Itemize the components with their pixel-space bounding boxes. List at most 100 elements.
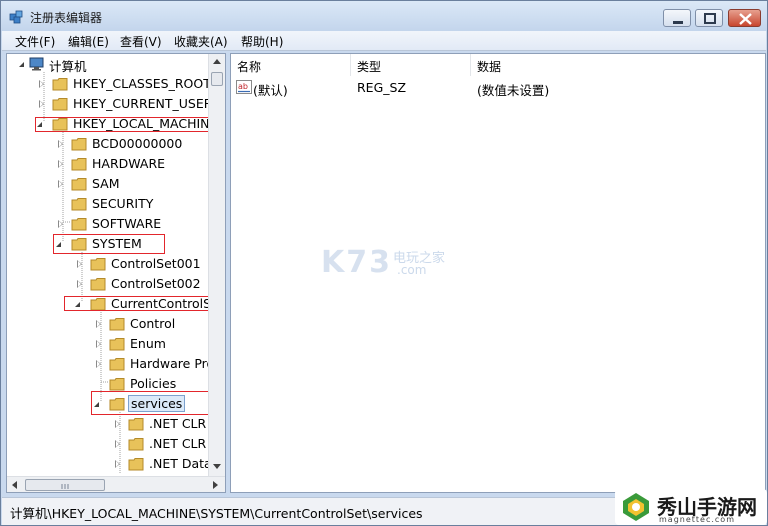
highlight-box-hklm [35,117,221,132]
computer-icon [29,57,44,71]
folder-icon [109,338,125,351]
folder-icon [128,458,144,471]
folder-icon [90,258,106,271]
tree-horizontal-scrollbar[interactable] [7,476,225,492]
minimize-icon [673,21,683,24]
tree-item-hkcu[interactable]: HKEY_CURRENT_USER [7,94,212,114]
scroll-left-icon[interactable] [12,481,17,489]
tree-item-hardware-profiles[interactable]: Hardware Profiles [7,354,225,374]
folder-icon [71,218,87,231]
tree-item-sam[interactable]: SAM [7,174,207,194]
tree-label: SAM [92,176,120,191]
menu-bar: 文件(F) 编辑(E) 查看(V) 收藏夹(A) 帮助(H) [2,31,766,51]
folder-icon [71,138,87,151]
folder-icon [71,158,87,171]
tree-item-controlset001[interactable]: ControlSet001 [7,254,207,274]
collapsed-arrow-icon[interactable] [58,160,63,168]
value-row[interactable]: ab (默认) REG_SZ (数值未设置) [231,54,765,100]
collapsed-arrow-icon[interactable] [39,80,44,88]
tree-label: ControlSet001 [111,256,201,271]
menu-help[interactable]: 帮助(H) [241,33,283,50]
close-icon [739,13,752,25]
expanded-arrow-icon[interactable] [19,62,24,67]
collapsed-arrow-icon[interactable] [115,420,120,428]
tree-label: Control [130,316,176,331]
tree-label: HKEY_CURRENT_USER [73,96,213,111]
tree-item-control[interactable]: Control [7,314,207,334]
highlight-box-currentcontrolset [64,296,225,311]
collapsed-arrow-icon[interactable] [96,320,101,328]
tree-label: Policies [130,376,177,391]
tree-label: .NET CLR [149,416,207,431]
grip-icon [61,484,69,489]
tree-label: HARDWARE [92,156,166,171]
registry-tree[interactable]: 计算机 HKEY_CLASSES_ROOT HKEY_CURRENT_USER … [6,53,226,493]
tree-item-controlset002[interactable]: ControlSet002 [7,274,207,294]
regedit-window: 注册表编辑器 文件(F) 编辑(E) 查看(V) 收藏夹(A) 帮助(H) 计算… [0,0,768,526]
svg-text:ab: ab [238,82,248,91]
site-logo-url: magnettec.com [659,515,735,524]
status-path: 计算机\HKEY_LOCAL_MACHINE\SYSTEM\CurrentCon… [10,506,423,521]
menu-favorites[interactable]: 收藏夹(A) [174,33,228,50]
collapsed-arrow-icon[interactable] [58,220,63,228]
tree-label: BCD00000000 [92,136,183,151]
value-data: (数值未设置) [477,83,550,98]
tree-item-security[interactable]: SECURITY [7,194,207,214]
folder-icon [109,358,125,371]
collapsed-arrow-icon[interactable] [58,180,63,188]
menu-file[interactable]: 文件(F) [15,33,55,50]
k73-url: .com [397,263,427,277]
tree-item-hardware[interactable]: HARDWARE [7,154,207,174]
folder-icon [52,78,68,91]
highlight-box-services [91,391,211,415]
highlight-box-system [53,234,165,254]
minimize-button[interactable] [663,9,691,27]
tree-item-software[interactable]: SOFTWARE [7,214,207,234]
collapsed-arrow-icon[interactable] [77,260,82,268]
vertical-scroll-thumb[interactable] [211,72,223,86]
registry-editor-icon [9,10,23,24]
site-logo-watermark: 秀山手游网 magnettec.com [615,489,767,525]
value-type: REG_SZ [357,80,407,95]
menu-view[interactable]: 查看(V) [120,33,162,50]
folder-icon [109,378,125,391]
collapsed-arrow-icon[interactable] [115,440,120,448]
maximize-button[interactable] [695,9,723,27]
folder-icon [71,178,87,191]
folder-icon [90,278,106,291]
collapsed-arrow-icon[interactable] [115,460,120,468]
collapsed-arrow-icon[interactable] [96,360,101,368]
tree-item-netdata[interactable]: .NET Data [7,454,212,474]
tree-root[interactable]: 计算机 [7,54,207,74]
tree-label: SOFTWARE [92,216,162,231]
values-list[interactable]: 名称 类型 数据 ab (默认) REG_SZ (数值未设置) [230,53,766,493]
menu-edit[interactable]: 编辑(E) [68,33,109,50]
tree-label: ControlSet002 [111,276,201,291]
maximize-icon [704,13,716,24]
collapsed-arrow-icon[interactable] [39,100,44,108]
close-button[interactable] [728,9,761,27]
tree-label: .NET Data [149,456,212,471]
folder-icon [109,318,125,331]
scroll-up-icon[interactable] [213,59,221,64]
tree-label: HKEY_CLASSES_ROOT [73,76,211,91]
collapsed-arrow-icon[interactable] [77,280,82,288]
string-value-icon: ab [236,80,252,94]
window-title: 注册表编辑器 [30,11,103,25]
tree-label: .NET CLR [149,436,207,451]
collapsed-arrow-icon[interactable] [58,140,63,148]
site-logo-icon [623,493,649,521]
tree-item-netclr-1[interactable]: .NET CLR [7,414,207,434]
scroll-down-icon[interactable] [213,464,221,469]
scroll-right-icon[interactable] [213,481,218,489]
tree-item-enum[interactable]: Enum [7,334,207,354]
collapsed-arrow-icon[interactable] [96,340,101,348]
title-bar[interactable]: 注册表编辑器 [1,1,767,31]
folder-icon [128,418,144,431]
tree-item-netclr-2[interactable]: .NET CLR [7,434,207,454]
tree-item-bcd[interactable]: BCD00000000 [7,134,207,154]
tree-vertical-scrollbar[interactable] [208,54,225,476]
horizontal-scroll-thumb[interactable] [25,479,105,491]
folder-icon [52,98,68,111]
tree-item-hkcr[interactable]: HKEY_CLASSES_ROOT [7,74,211,94]
